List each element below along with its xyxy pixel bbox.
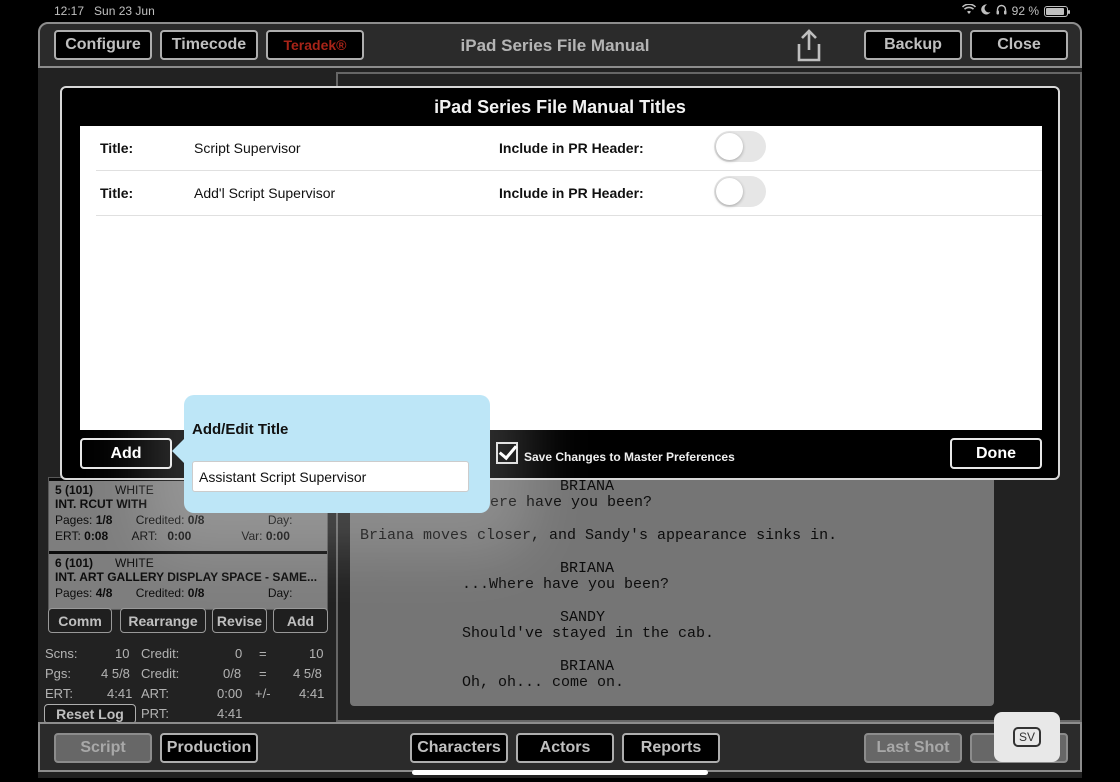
title-input[interactable] — [192, 461, 469, 492]
save-master-checkbox[interactable] — [496, 442, 518, 464]
add-title-button[interactable]: Add — [80, 438, 172, 469]
save-master-label: Save Changes to Master Preferences — [524, 450, 735, 464]
done-button[interactable]: Done — [950, 438, 1042, 469]
sv-label: SV — [1012, 727, 1041, 747]
table-row[interactable]: Title: Script Supervisor Include in PR H… — [96, 126, 1042, 171]
popover-title: Add/Edit Title — [192, 421, 289, 438]
include-header-toggle[interactable] — [714, 176, 766, 207]
add-edit-title-popover: Add/Edit Title — [172, 395, 490, 513]
sv-badge[interactable]: SV — [994, 712, 1060, 762]
include-header-toggle[interactable] — [714, 131, 766, 162]
table-row[interactable]: Title: Add'l Script Supervisor Include i… — [96, 171, 1042, 216]
modal-title: iPad Series File Manual Titles — [434, 97, 686, 117]
home-indicator[interactable] — [412, 770, 708, 775]
titles-list: Title: Script Supervisor Include in PR H… — [80, 126, 1042, 430]
